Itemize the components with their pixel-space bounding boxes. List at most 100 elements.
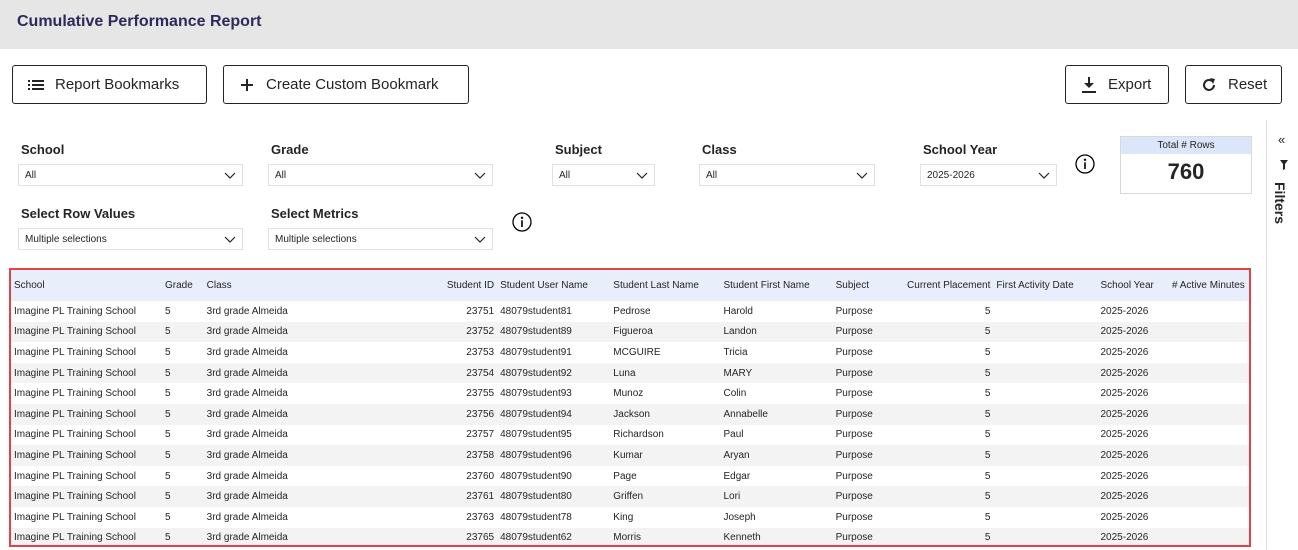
table-cell: 5 bbox=[885, 486, 994, 507]
table-cell: 5 bbox=[165, 429, 171, 441]
table-row[interactable]: Imagine PL Training School 5 3rd grade Alm… bbox=[11, 425, 1249, 446]
metrics-dropdown[interactable]: Multiple selections bbox=[268, 228, 493, 250]
table-row[interactable]: Imagine PL Training School 5 3rd grade Alm… bbox=[11, 527, 1249, 545]
table-row[interactable]: Imagine PL Training School 5 3rd grade Alm… bbox=[11, 342, 1249, 363]
table-cell: 5 bbox=[885, 403, 994, 425]
table-cell: 23754 bbox=[310, 362, 498, 384]
table-cell bbox=[1168, 527, 1249, 545]
table-cell: 2025-2026 bbox=[1097, 403, 1169, 425]
table-cell: Purpose bbox=[832, 321, 886, 343]
table-row[interactable]: Imagine PL Training School 5 3rd grade Alm… bbox=[11, 507, 1249, 528]
table-cell: Richardson bbox=[613, 429, 664, 441]
table-cell: 3rd grade Almeida bbox=[203, 527, 311, 545]
table-cell: Kenneth bbox=[720, 527, 833, 545]
column-header[interactable]: School Year bbox=[1097, 270, 1169, 301]
table-cell bbox=[1169, 342, 1249, 363]
table-cell: 23753 bbox=[466, 346, 495, 358]
table-cell bbox=[1168, 486, 1249, 507]
report-bookmarks-button[interactable]: Report Bookmarks bbox=[12, 65, 207, 104]
class-dropdown[interactable]: All bbox=[699, 164, 875, 186]
table-cell: 2025-2026 bbox=[1097, 362, 1169, 384]
column-header[interactable]: Student User Name bbox=[497, 270, 611, 301]
table-cell: 3rd grade Almeida bbox=[203, 445, 311, 466]
table-row[interactable]: Imagine PL Training School 5 3rd grade Alm… bbox=[11, 403, 1249, 425]
info-icon[interactable] bbox=[512, 212, 532, 232]
table-cell bbox=[993, 486, 1098, 507]
table-cell bbox=[1169, 301, 1249, 322]
data-table: School Grade Class Student ID Student User N… bbox=[11, 270, 1249, 545]
table-cell: Joseph bbox=[723, 511, 756, 523]
table-row[interactable]: Imagine PL Training School 5 3rd grade Alm… bbox=[11, 362, 1249, 384]
info-icon[interactable] bbox=[1075, 154, 1095, 174]
download-icon bbox=[1080, 76, 1098, 94]
create-custom-bookmark-label: Create Custom Bookmark bbox=[266, 76, 439, 93]
column-header[interactable]: Student First Name bbox=[720, 270, 833, 301]
table-cell: 2025-2026 bbox=[1100, 346, 1149, 358]
plus-icon bbox=[238, 76, 256, 94]
table-row[interactable]: Imagine PL Training School 5 3rd grade Alm… bbox=[11, 486, 1249, 507]
table-cell: 48079student95 bbox=[500, 429, 572, 441]
table-row[interactable]: Imagine PL Training School 5 3rd grade Alm… bbox=[11, 383, 1249, 404]
table-cell: MCGUIRE bbox=[613, 346, 661, 358]
page-title: Cumulative Performance Report bbox=[17, 13, 262, 30]
table-cell: 5 bbox=[165, 511, 171, 523]
table-cell: Figueroa bbox=[610, 321, 721, 343]
table-cell: 5 bbox=[885, 445, 994, 466]
table-cell: 5 bbox=[984, 429, 991, 441]
table-cell: King bbox=[613, 511, 634, 523]
reset-button[interactable]: Reset bbox=[1185, 65, 1282, 104]
column-header[interactable]: Student ID bbox=[310, 270, 498, 301]
column-header[interactable]: Class bbox=[203, 270, 311, 301]
table-cell: Tricia bbox=[723, 346, 748, 358]
table-cell bbox=[993, 362, 1098, 384]
table-cell: 5 bbox=[165, 470, 171, 482]
table-row[interactable]: Imagine PL Training School 5 3rd grade Alm… bbox=[11, 445, 1249, 466]
table-cell: 5 bbox=[984, 305, 991, 317]
filters-pane-label: Filters bbox=[1272, 182, 1288, 225]
column-header[interactable]: Grade bbox=[162, 270, 204, 301]
table-cell: 23757 bbox=[466, 429, 495, 441]
column-header[interactable]: School bbox=[11, 270, 162, 301]
subject-dropdown[interactable]: All bbox=[552, 164, 655, 186]
table-cell: 5 bbox=[165, 305, 171, 317]
column-header[interactable]: Subject bbox=[832, 270, 886, 301]
table-cell: 48079student94 bbox=[497, 403, 611, 425]
table-cell: Purpose bbox=[835, 511, 873, 523]
table-cell: Jackson bbox=[610, 403, 721, 425]
grade-dropdown[interactable]: All bbox=[268, 164, 493, 186]
total-rows-card: Total # Rows 760 bbox=[1120, 136, 1252, 194]
table-cell bbox=[1168, 445, 1249, 466]
list-icon bbox=[27, 76, 45, 94]
table-cell: 2025-2026 bbox=[1097, 321, 1169, 343]
table-cell: Kumar bbox=[610, 445, 721, 466]
table-cell bbox=[993, 445, 1098, 466]
class-filter-label: Class bbox=[702, 142, 737, 157]
table-cell: MARY bbox=[720, 362, 833, 384]
table-row[interactable]: Imagine PL Training School 5 3rd grade Alm… bbox=[11, 301, 1249, 322]
chevron-down-icon bbox=[636, 172, 648, 179]
table-cell bbox=[1169, 383, 1249, 404]
school-dropdown[interactable]: All bbox=[18, 164, 243, 186]
table-row[interactable]: Imagine PL Training School 5 3rd grade Alm… bbox=[11, 466, 1249, 487]
column-header[interactable]: First Activity Date bbox=[993, 270, 1098, 301]
table-cell: 3rd grade Almeida bbox=[206, 346, 288, 358]
table-cell: 5 bbox=[984, 511, 991, 523]
table-cell: 48079student90 bbox=[500, 470, 572, 482]
column-header[interactable]: # Active Minutes bbox=[1168, 270, 1249, 301]
table-cell: Purpose bbox=[832, 527, 886, 545]
export-button[interactable]: Export bbox=[1065, 65, 1169, 104]
data-table-container[interactable]: School Grade Class Student ID Student User N… bbox=[9, 268, 1251, 547]
table-row[interactable]: Imagine PL Training School 5 3rd grade Alm… bbox=[11, 321, 1249, 343]
export-label: Export bbox=[1108, 76, 1152, 93]
create-custom-bookmark-button[interactable]: Create Custom Bookmark bbox=[223, 65, 469, 104]
filters-pane[interactable]: « Filters bbox=[1266, 120, 1298, 550]
table-cell: 23760 bbox=[466, 470, 495, 482]
column-header[interactable]: Student Last Name bbox=[610, 270, 721, 301]
collapse-chevron-icon[interactable]: « bbox=[1278, 132, 1285, 147]
school-year-dropdown[interactable]: 2025-2026 bbox=[920, 164, 1057, 186]
row-values-dropdown[interactable]: Multiple selections bbox=[18, 228, 243, 250]
table-cell: 5 bbox=[885, 362, 994, 384]
table-cell: Purpose bbox=[832, 403, 886, 425]
table-cell: Purpose bbox=[835, 346, 873, 358]
column-header[interactable]: Current Placement bbox=[885, 270, 994, 301]
